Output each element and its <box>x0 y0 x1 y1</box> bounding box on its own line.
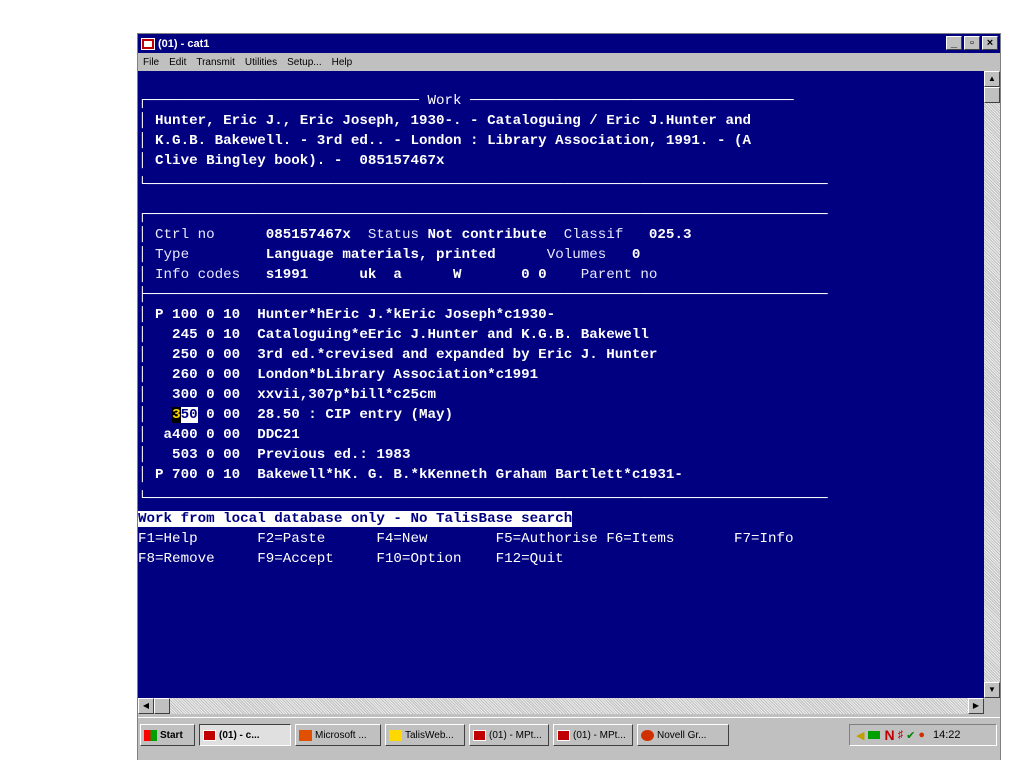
function-keys-row-2: F8=Remove F9=Accept F10=Option F12=Quit <box>138 551 564 567</box>
record-box-bottom: └───────────────────────────────────────… <box>138 491 828 507</box>
work-box-top: ┌──────────────────────────────── Work ─… <box>138 93 794 109</box>
scroll-thumb[interactable] <box>984 87 1000 103</box>
cursor: 3 <box>172 407 181 423</box>
app-icon[interactable] <box>141 37 155 50</box>
terminal-window: (01) - cat1 _ ▫ × File Edit Transmit Uti… <box>137 33 1001 760</box>
vertical-scrollbar[interactable]: ▲ ▼ <box>984 71 1000 698</box>
menu-utilities[interactable]: Utilities <box>240 57 282 68</box>
network-icon[interactable] <box>868 731 881 739</box>
marc-field-350[interactable]: │ 350 0 00 28.50 : CIP entry (May) <box>138 405 453 425</box>
marc-field-503[interactable]: │ 503 0 00 Previous ed.: 1983 <box>138 445 410 465</box>
work-header: Work <box>427 93 462 109</box>
terminal-icon <box>557 729 570 741</box>
terminal-icon <box>473 729 486 741</box>
menu-help[interactable]: Help <box>327 57 358 68</box>
scroll-corner <box>984 698 1000 714</box>
menu-edit[interactable]: Edit <box>164 57 191 68</box>
menu-transmit[interactable]: Transmit <box>191 57 240 68</box>
terminal-screen[interactable]: ┌──────────────────────────────── Work ─… <box>138 71 984 698</box>
work-box-bottom: └───────────────────────────────────────… <box>138 177 828 193</box>
novell-n-icon[interactable]: N <box>884 727 894 743</box>
minimize-button[interactable]: _ <box>946 36 962 50</box>
marc-field-250[interactable]: │ 250 0 00 3rd ed.*crevised and expanded… <box>138 345 657 365</box>
scroll-up-button[interactable]: ▲ <box>984 71 1000 87</box>
terminal-icon <box>203 729 216 741</box>
menu-setup[interactable]: Setup... <box>282 57 326 68</box>
system-tray: ◀ N ♯ ✔ ● 14:22 <box>849 724 997 746</box>
status-message: Work from local database only - No Talis… <box>138 511 573 527</box>
marc-field-245[interactable]: │ 245 0 10 Cataloguing*eEric J.Hunter an… <box>138 325 649 345</box>
close-button[interactable]: × <box>982 36 998 50</box>
horizontal-scrollbar[interactable]: ◀ ▶ <box>138 698 984 714</box>
start-button[interactable]: Start <box>140 724 195 746</box>
title-bar[interactable]: (01) - cat1 _ ▫ × <box>138 34 1000 53</box>
tray-app-icon[interactable]: ♯ <box>898 729 904 741</box>
menu-file[interactable]: File <box>138 57 164 68</box>
marc-field-700[interactable]: │ P 700 0 10 Bakewell*hK. G. B.*kKenneth… <box>138 465 683 485</box>
scroll-right-button[interactable]: ▶ <box>968 698 984 714</box>
menu-bar: File Edit Transmit Utilities Setup... He… <box>138 53 1000 71</box>
marc-field-260[interactable]: │ 260 0 00 London*bLibrary Association*c… <box>138 365 538 385</box>
marc-field-300[interactable]: │ 300 0 00 xxvii,307p*bill*c25cm <box>138 385 436 405</box>
novell-icon <box>641 729 654 741</box>
horizontal-scroll-thumb[interactable] <box>154 698 170 714</box>
taskbar-button-microsoft[interactable]: Microsoft ... <box>295 724 381 746</box>
record-divider: ├───────────────────────────────────────… <box>138 287 828 303</box>
record-row-ctrl: │ Ctrl no 085157467x Status Not contribu… <box>138 227 692 243</box>
work-line-3: │ Clive Bingley book). - 085157467x <box>138 153 445 169</box>
work-line-2: │ K.G.B. Bakewell. - 3rd ed.. - London :… <box>138 133 752 149</box>
taskbar-button-mpt-2[interactable]: (01) - MPt... <box>553 724 633 746</box>
record-row-info: │ Info codes s1991 uk a W 0 0 Parent no <box>138 267 658 283</box>
marc-field-400[interactable]: │ a400 0 00 DDC21 <box>138 425 300 445</box>
taskbar-button-talisweb[interactable]: TalisWeb... <box>385 724 465 746</box>
scroll-left-button[interactable]: ◀ <box>138 698 154 714</box>
taskbar-button-novell[interactable]: Novell Gr... <box>637 724 729 746</box>
check-icon[interactable]: ✔ <box>906 729 915 742</box>
maximize-button[interactable]: ▫ <box>964 36 980 50</box>
status-line: Work from local database only - No Talis… <box>138 509 573 529</box>
record-row-type: │ Type Language materials, printed Volum… <box>138 247 641 263</box>
record-box-top: ┌───────────────────────────────────────… <box>138 207 828 223</box>
office-icon <box>299 729 312 741</box>
taskbar: Start (01) - c... Microsoft ... TalisWeb… <box>138 717 1000 760</box>
scroll-down-button[interactable]: ▼ <box>984 682 1000 698</box>
clock[interactable]: 14:22 <box>933 729 961 741</box>
window-title: (01) - cat1 <box>158 37 210 50</box>
taskbar-button-mpt-1[interactable]: (01) - MPt... <box>469 724 549 746</box>
function-keys-row-1: F1=Help F2=Paste F4=New F5=Authorise F6=… <box>138 531 794 547</box>
windows-logo-icon <box>144 729 157 741</box>
speaker-icon[interactable]: ◀ <box>856 729 864 742</box>
talisweb-icon <box>389 729 402 741</box>
taskbar-button-cat1[interactable]: (01) - c... <box>199 724 291 746</box>
globe-icon[interactable]: ● <box>918 729 925 741</box>
marc-field-100[interactable]: │ P 100 0 10 Hunter*hEric J.*kEric Josep… <box>138 305 555 325</box>
work-line-1: │ Hunter, Eric J., Eric Joseph, 1930-. -… <box>138 113 752 129</box>
